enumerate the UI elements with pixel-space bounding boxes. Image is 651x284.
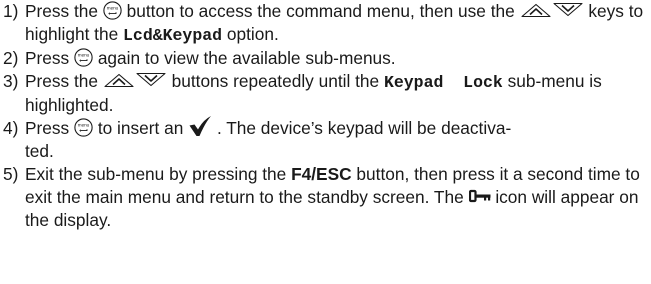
svg-text:menu: menu — [78, 123, 90, 128]
svg-text:menu: menu — [78, 53, 90, 58]
step-text: Press the — [25, 71, 98, 91]
step-text: . The device’s keypad will be deactiva- — [216, 118, 512, 138]
up-arrow-key-icon — [520, 4, 551, 18]
step-number: 5) — [3, 164, 19, 185]
step-3: 3) Press the buttons repeatedly until th… — [3, 70, 651, 117]
up-down-keys — [103, 70, 167, 90]
step-number: 3) — [3, 71, 19, 91]
step-1: 1) Press the menu button to access the c… — [3, 0, 651, 47]
menu-button-icon: menu — [74, 118, 93, 137]
step-text: option. — [226, 24, 279, 44]
step-text: buttons repeatedly until the — [171, 71, 380, 91]
step-text: Press — [25, 118, 70, 138]
down-arrow-key-icon — [136, 73, 166, 87]
menu-option-name: Lcd&Keypad — [123, 26, 223, 45]
step-2: 2) Press menu again to view the availabl… — [3, 47, 651, 70]
step-number: 1) — [3, 1, 19, 21]
step-number: 2) — [3, 48, 19, 68]
step-4: 4) Press menu to insert an . The device’… — [3, 115, 651, 163]
esc-key-name: F4/ESC — [291, 164, 352, 185]
submenu-name: Keypad Lock — [383, 73, 503, 92]
up-down-keys — [520, 0, 584, 20]
step-text: again to view the available sub-menus. — [97, 48, 396, 68]
step-text: Press — [25, 48, 70, 68]
step-text: ted. — [25, 141, 54, 162]
step-5: 5) Exit the sub-menu by pressing the F4/… — [3, 163, 651, 232]
instructions-list: 1) Press the menu button to access the c… — [0, 0, 651, 284]
step-text: Press the — [25, 1, 98, 21]
menu-button-icon: menu — [74, 48, 93, 67]
checkmark-icon — [188, 115, 212, 137]
step-text: Exit the sub-menu by pressing the — [25, 164, 287, 185]
menu-button-icon: menu — [103, 1, 122, 20]
svg-text:menu: menu — [107, 6, 119, 11]
key-lock-icon — [468, 189, 491, 203]
down-arrow-key-icon — [552, 3, 583, 17]
step-text: to insert an — [97, 118, 184, 138]
step-text: button to access the command menu, then … — [126, 1, 515, 21]
up-arrow-key-icon — [104, 74, 134, 88]
step-number: 4) — [3, 118, 19, 138]
